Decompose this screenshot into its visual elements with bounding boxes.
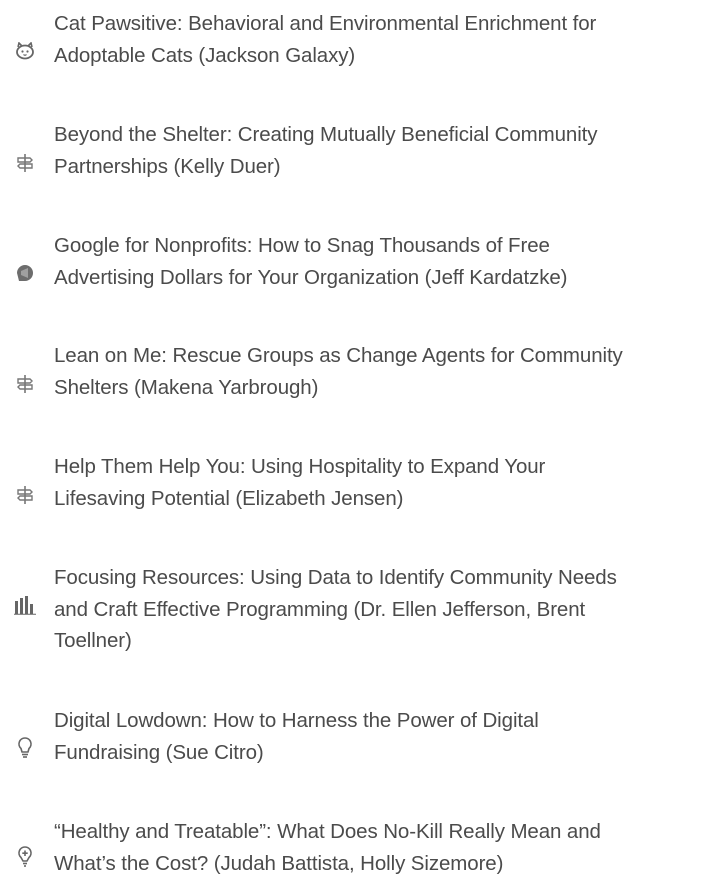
session-list: Cat Pawsitive: Behavioral and Environmen… <box>0 0 721 875</box>
signpost-icon <box>14 484 36 506</box>
session-title-line: Cat Pawsitive: Behavioral and Environmen… <box>54 8 720 40</box>
session-title-line: Lifesaving Potential (Elizabeth Jensen) <box>54 483 720 515</box>
session-title: Lean on Me: Rescue Groups as Change Agen… <box>54 340 720 403</box>
session-title-line: Advertising Dollars for Your Organizatio… <box>54 262 720 294</box>
session-title: Help Them Help You: Using Hospitality to… <box>54 451 720 514</box>
session-title-line: and Craft Effective Programming (Dr. Ell… <box>54 594 720 626</box>
megaphone-icon <box>14 262 36 284</box>
bar-chart-icon <box>14 594 36 616</box>
session-title-line: Partnerships (Kelly Duer) <box>54 151 720 183</box>
session-title-line: Focusing Resources: Using Data to Identi… <box>54 562 720 594</box>
session-title-line: Lean on Me: Rescue Groups as Change Agen… <box>54 340 720 372</box>
session-title: Beyond the Shelter: Creating Mutually Be… <box>54 119 720 182</box>
session-title-line: Beyond the Shelter: Creating Mutually Be… <box>54 119 720 151</box>
medical-icon <box>14 846 36 868</box>
session-title: “Healthy and Treatable”: What Does No-Ki… <box>54 816 720 879</box>
session-title-line: Fundraising (Sue Citro) <box>54 737 720 769</box>
signpost-icon <box>14 152 36 174</box>
lightbulb-icon <box>14 737 36 759</box>
session-title-line: Google for Nonprofits: How to Snag Thous… <box>54 230 720 262</box>
signpost-icon <box>14 373 36 395</box>
session-title-line: Adoptable Cats (Jackson Galaxy) <box>54 40 720 72</box>
session-title-line: “Healthy and Treatable”: What Does No-Ki… <box>54 816 720 848</box>
session-title: Digital Lowdown: How to Harness the Powe… <box>54 705 720 768</box>
session-title-line: Digital Lowdown: How to Harness the Powe… <box>54 705 720 737</box>
session-title: Focusing Resources: Using Data to Identi… <box>54 562 720 657</box>
session-title: Cat Pawsitive: Behavioral and Environmen… <box>54 8 720 71</box>
session-title-line: Toellner) <box>54 625 720 657</box>
session-title-line: Shelters (Makena Yarbrough) <box>54 372 720 404</box>
cat-icon <box>14 40 36 62</box>
session-title-line: Help Them Help You: Using Hospitality to… <box>54 451 720 483</box>
session-title-line: What’s the Cost? (Judah Battista, Holly … <box>54 848 720 879</box>
session-title: Google for Nonprofits: How to Snag Thous… <box>54 230 720 293</box>
